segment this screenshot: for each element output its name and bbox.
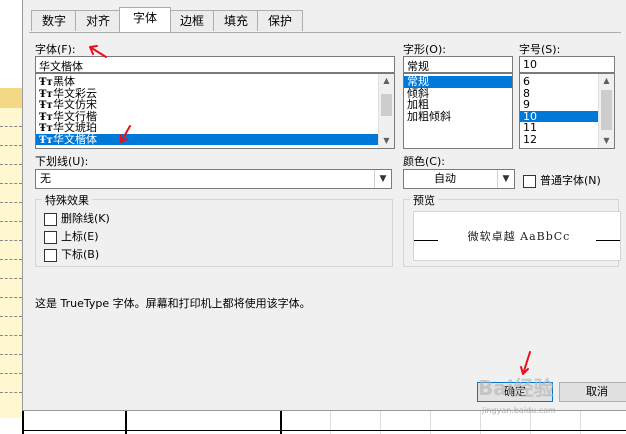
annotation-arrows bbox=[89, 45, 531, 375]
annotation-arrow-icon bbox=[520, 351, 531, 375]
annotation-arrow-icon bbox=[89, 45, 107, 58]
tab-font[interactable]: 字体 bbox=[119, 7, 171, 32]
annotation-arrow-icon bbox=[120, 125, 131, 143]
